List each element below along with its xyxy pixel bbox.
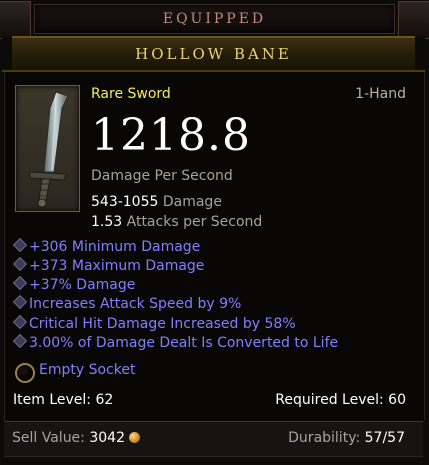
item-title-bar: HOLLOW BANE: [2, 36, 425, 72]
item-level-value: 62: [95, 392, 114, 408]
socket-label: Empty Socket: [39, 362, 136, 378]
item-tooltip: EQUIPPED HOLLOW BANE Rare Sword 1-Hand 1…: [0, 0, 429, 465]
affix-line: +373 Maximum Damage: [12, 256, 205, 274]
durability-value: 57/57: [364, 430, 405, 446]
item-slot: 1-Hand: [355, 86, 406, 102]
bullet-icon: [12, 237, 28, 253]
item-footer: Sell Value: 3042 Durability: 57/57: [4, 421, 423, 457]
affix-line: 3.00% of Damage Dealt Is Converted to Li…: [12, 333, 339, 351]
socket-icon: [15, 363, 35, 383]
required-level-value: 60: [388, 392, 406, 408]
affix-text: Increases Attack Speed by 9%: [29, 296, 242, 312]
dps-label: Damage Per Second: [91, 168, 233, 184]
damage-range: 543-1055: [91, 194, 159, 210]
affix-line: Increases Attack Speed by 9%: [12, 294, 242, 312]
affix-text: +373 Maximum Damage: [29, 258, 205, 274]
attack-speed-value: 1.53: [91, 214, 123, 230]
level-row: Item Level: 62 Required Level: 60: [13, 392, 406, 408]
durability-label: Durability:: [288, 430, 361, 446]
required-level: Required Level: 60: [275, 392, 406, 408]
damage-stat: 543-1055 Damage: [91, 194, 222, 210]
durability: Durability: 57/57: [288, 430, 405, 446]
equipped-header: EQUIPPED: [0, 1, 429, 39]
dps-value: 1218.8: [91, 110, 251, 161]
affix-text: Critical Hit Damage Increased by 58%: [29, 316, 296, 332]
item-type: Rare Sword: [91, 86, 171, 102]
attack-speed-label: Attacks per Second: [126, 214, 263, 230]
sword-icon: [29, 91, 69, 208]
attack-speed-stat: 1.53 Attacks per Second: [91, 214, 262, 230]
sell-value-label: Sell Value:: [12, 430, 85, 446]
item-name: HOLLOW BANE: [135, 45, 292, 63]
bullet-icon: [12, 294, 28, 310]
affix-text: +37% Damage: [29, 277, 136, 293]
gold-coin-icon: [129, 432, 140, 443]
affix-text: +306 Minimum Damage: [29, 239, 201, 255]
item-level-label: Item Level:: [13, 392, 91, 408]
bullet-icon: [12, 275, 28, 291]
title-edge-right: [415, 36, 425, 70]
bullet-icon: [12, 256, 28, 272]
affix-line: +37% Damage: [12, 275, 136, 293]
bullet-icon: [12, 333, 28, 349]
item-details: Rare Sword 1-Hand 1218.8 Damage Per Seco…: [4, 72, 425, 420]
header-ornament-right: [398, 1, 429, 39]
affix-line: +306 Minimum Damage: [12, 237, 201, 255]
required-level-label: Required Level:: [275, 392, 384, 408]
header-ornament-left: [0, 1, 31, 39]
sell-value: Sell Value: 3042: [12, 430, 140, 446]
affix-text: 3.00% of Damage Dealt Is Converted to Li…: [29, 335, 339, 351]
equipped-label: EQUIPPED: [162, 11, 267, 27]
item-icon-frame: [15, 85, 80, 212]
item-level: Item Level: 62: [13, 392, 113, 408]
bullet-icon: [12, 314, 28, 330]
damage-label: Damage: [162, 194, 222, 210]
sell-value-amount: 3042: [89, 430, 125, 446]
affix-line: Critical Hit Damage Increased by 58%: [12, 314, 296, 332]
